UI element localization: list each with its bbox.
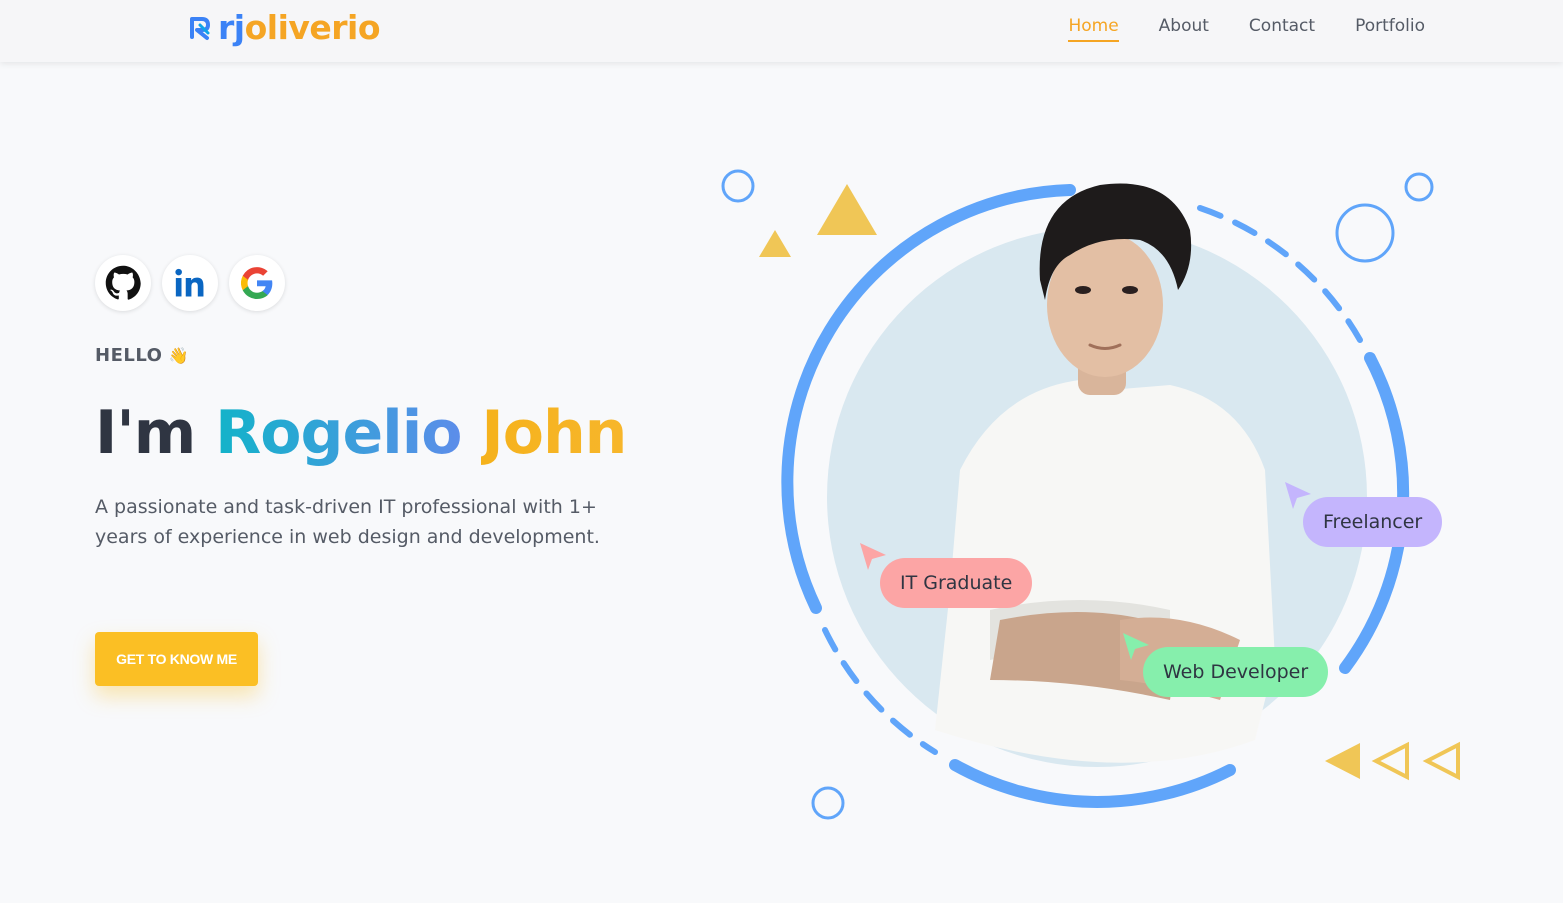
ring-arc-bottom — [949, 759, 1236, 808]
google-link[interactable] — [229, 255, 285, 311]
headline-last-name: John — [481, 398, 627, 468]
get-to-know-me-button[interactable]: GET TO KNOW ME — [95, 632, 258, 686]
site-logo[interactable]: rjoliverio — [188, 8, 381, 48]
logo-text: rjoliverio — [218, 8, 381, 47]
nav-portfolio-link[interactable]: Portfolio — [1355, 16, 1425, 42]
linkedin-icon — [175, 268, 204, 297]
logo-mark-icon — [190, 17, 210, 40]
decor-triangle — [817, 184, 877, 235]
decor-triangle — [759, 230, 791, 257]
greeting: HELLO 👋 — [95, 345, 189, 366]
decor-circle — [1404, 172, 1434, 202]
tag-web-developer: Web Developer — [1143, 647, 1329, 697]
linkedin-link[interactable] — [162, 255, 218, 311]
hero-illustration — [721, 169, 1460, 820]
decor-arrow-triangle — [1325, 743, 1360, 779]
nav-contact-link[interactable]: Contact — [1249, 16, 1315, 42]
greeting-text: HELLO — [95, 345, 163, 366]
headline-first-name: Rogelio — [215, 398, 462, 468]
nav-home-link[interactable]: Home — [1068, 16, 1119, 42]
tag-it-graduate: IT Graduate — [880, 558, 1033, 608]
nav-about-link[interactable]: About — [1159, 16, 1209, 42]
decor-circle — [811, 786, 845, 820]
decor-circle — [1335, 203, 1395, 263]
main-nav: Home About Contact Portfolio — [1068, 0, 1425, 58]
headline-prefix: I'm — [95, 398, 196, 468]
tag-freelancer: Freelancer — [1303, 497, 1443, 547]
decor-circle — [721, 169, 755, 203]
navbar: rjoliverio Home About Contact Portfolio — [0, 0, 1563, 62]
hero-headline: I'm Rogelio John — [95, 395, 627, 471]
hero-description: A passionate and task-driven IT professi… — [95, 496, 600, 548]
github-icon — [105, 265, 141, 300]
wave-emoji: 👋 — [168, 346, 189, 365]
social-links — [95, 255, 285, 311]
github-link[interactable] — [95, 255, 151, 311]
decor-arrow-triangle — [1422, 741, 1460, 781]
google-icon — [241, 267, 273, 299]
decor-arrow-triangle — [1371, 741, 1409, 781]
